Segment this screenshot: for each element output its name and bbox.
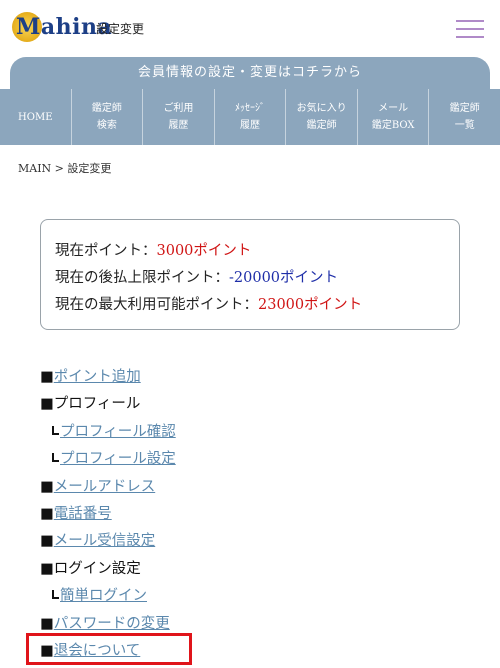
menu-item-login-settings: ■ログイン設定 bbox=[40, 556, 480, 583]
square-bullet-icon: ■ bbox=[40, 615, 54, 632]
main-nav: HOME 鑑定師 検索 ご利用 履歴 ﾒｯｾｰｼﾞ 履歴 お気に入り 鑑定師 メ… bbox=[0, 89, 500, 145]
max-available-row: 現在の最大利用可能ポイント：23000ポイント bbox=[55, 292, 459, 319]
hamburger-menu-icon[interactable] bbox=[456, 18, 484, 40]
square-bullet-icon: ■ bbox=[40, 396, 54, 413]
easy-login-link[interactable]: 簡単ログイン bbox=[60, 588, 147, 604]
max-available-label: 現在の最大利用可能ポイント： bbox=[55, 297, 258, 313]
postpay-limit-row: 現在の後払上限ポイント：-20000ポイント bbox=[55, 265, 459, 292]
withdrawal-highlight-box bbox=[26, 633, 192, 665]
site-header: Mahina 設定変更 bbox=[0, 0, 500, 58]
square-bullet-icon: ■ bbox=[40, 478, 54, 495]
menu-item-add-points: ■ポイント追加 bbox=[40, 364, 480, 391]
site-logo[interactable]: Mahina bbox=[12, 10, 112, 46]
current-points-label: 現在ポイント： bbox=[55, 243, 157, 259]
square-bullet-icon: ■ bbox=[40, 533, 54, 550]
page-title: 設定変更 bbox=[96, 22, 145, 36]
sub-item-corner-icon bbox=[52, 590, 59, 600]
square-bullet-icon: ■ bbox=[40, 560, 54, 577]
sub-item-corner-icon bbox=[52, 425, 59, 435]
max-available-value: 23000ポイント bbox=[258, 297, 363, 313]
login-settings-heading: ログイン設定 bbox=[53, 560, 141, 577]
nav-item-search-readers[interactable]: 鑑定師 検索 bbox=[72, 89, 144, 145]
nav-item-reader-list[interactable]: 鑑定師 一覧 bbox=[429, 89, 500, 145]
menu-item-profile-settings: プロフィール設定 bbox=[40, 446, 480, 473]
nav-item-message-history[interactable]: ﾒｯｾｰｼﾞ 履歴 bbox=[215, 89, 287, 145]
profile-settings-link[interactable]: プロフィール設定 bbox=[60, 451, 176, 467]
nav-item-usage-history[interactable]: ご利用 履歴 bbox=[143, 89, 215, 145]
menu-item-easy-login: 簡単ログイン bbox=[40, 583, 480, 610]
settings-menu: ■ポイント追加 ■プロフィール プロフィール確認 プロフィール設定 ■メールアド… bbox=[40, 364, 480, 665]
current-points-value: 3000ポイント bbox=[156, 243, 252, 259]
menu-item-phone: ■電話番号 bbox=[40, 501, 480, 528]
phone-link[interactable]: 電話番号 bbox=[54, 506, 112, 522]
postpay-limit-value: -20000ポイント bbox=[229, 270, 339, 286]
menu-item-email: ■メールアドレス bbox=[40, 474, 480, 501]
add-points-link[interactable]: ポイント追加 bbox=[54, 369, 141, 385]
current-points-row: 現在ポイント：3000ポイント bbox=[55, 238, 459, 265]
postpay-limit-label: 現在の後払上限ポイント： bbox=[55, 270, 229, 286]
square-bullet-icon: ■ bbox=[40, 369, 54, 385]
member-settings-banner[interactable]: 会員情報の設定・変更はコチラから bbox=[10, 57, 490, 89]
profile-check-link[interactable]: プロフィール確認 bbox=[60, 424, 176, 440]
menu-item-mail-settings: ■メール受信設定 bbox=[40, 528, 480, 555]
nav-item-home[interactable]: HOME bbox=[0, 89, 72, 145]
mail-settings-link[interactable]: メール受信設定 bbox=[54, 533, 156, 549]
menu-item-profile-check: プロフィール確認 bbox=[40, 419, 480, 446]
email-link[interactable]: メールアドレス bbox=[54, 479, 156, 495]
nav-item-mail-box[interactable]: メール 鑑定BOX bbox=[358, 89, 430, 145]
square-bullet-icon: ■ bbox=[40, 505, 54, 522]
points-summary: 現在ポイント：3000ポイント 現在の後払上限ポイント：-20000ポイント 現… bbox=[40, 219, 460, 330]
breadcrumb: MAIN > 設定変更 bbox=[18, 162, 112, 175]
password-change-link[interactable]: パスワードの変更 bbox=[54, 616, 170, 632]
nav-item-favorites[interactable]: お気に入り 鑑定師 bbox=[286, 89, 358, 145]
sub-item-corner-icon bbox=[52, 453, 59, 463]
menu-item-profile: ■プロフィール bbox=[40, 391, 480, 418]
profile-heading: プロフィール bbox=[53, 396, 141, 413]
